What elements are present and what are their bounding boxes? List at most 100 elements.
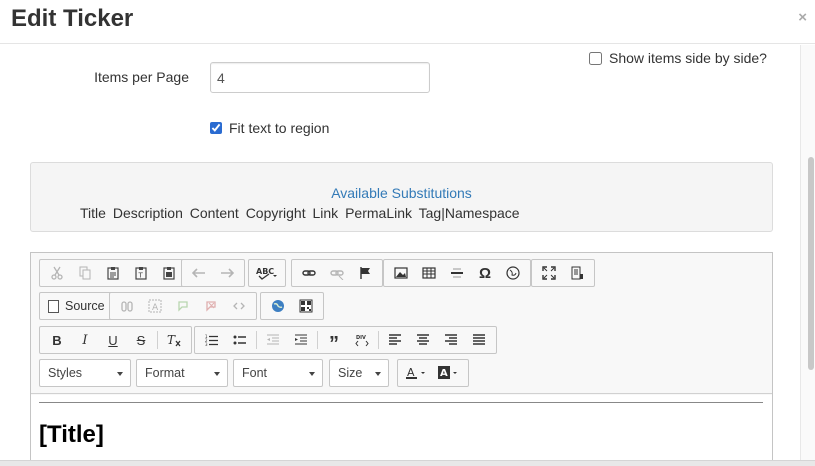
view-group	[531, 259, 595, 287]
close-icon[interactable]: ×	[798, 9, 807, 26]
source-button[interactable]: Source	[43, 294, 110, 318]
substitution-item[interactable]: PermaLink	[345, 205, 412, 221]
toolbar-separator	[256, 331, 257, 349]
horizontal-line-icon[interactable]	[443, 261, 471, 285]
undo-group	[181, 259, 245, 287]
size-dropdown[interactable]: Size	[329, 359, 389, 387]
cut-icon[interactable]	[43, 261, 71, 285]
redo-icon[interactable]	[213, 261, 241, 285]
svg-text:3: 3	[205, 342, 208, 347]
numbered-list-icon[interactable]: 123	[198, 328, 226, 352]
insert-group: Ω	[383, 259, 531, 287]
size-label: Size	[338, 366, 363, 380]
link-icon[interactable]	[295, 261, 323, 285]
document-group: Source	[39, 292, 114, 320]
horizontal-rule	[39, 402, 763, 403]
align-left-icon[interactable]	[381, 328, 409, 352]
background-color-icon[interactable]: A	[433, 361, 465, 385]
source-label: Source	[65, 299, 105, 313]
indent-icon[interactable]	[287, 328, 315, 352]
svg-text:T: T	[167, 333, 176, 347]
dialog-body: Show items side by side? Items per Page …	[0, 45, 815, 466]
chevron-down-icon	[117, 372, 123, 376]
chevron-down-icon	[214, 372, 220, 376]
maximize-icon[interactable]	[535, 261, 563, 285]
bold-icon[interactable]: B	[43, 328, 71, 352]
special-char-omega-icon[interactable]: Ω	[471, 261, 499, 285]
paste-word-icon[interactable]	[155, 261, 183, 285]
items-per-page-label: Items per Page	[94, 69, 189, 85]
bulleted-list-icon[interactable]	[226, 328, 254, 352]
plugins-group	[260, 292, 324, 320]
source-icon	[48, 299, 59, 313]
toolbar-separator	[378, 331, 379, 349]
chevron-down-icon	[309, 372, 315, 376]
svg-text:A: A	[440, 368, 448, 379]
scrollbar-thumb[interactable]	[808, 157, 814, 370]
italic-icon[interactable]: I	[71, 328, 99, 352]
unlink-icon[interactable]	[323, 261, 351, 285]
web-globe-icon[interactable]	[264, 294, 292, 318]
styles-dropdown[interactable]: Styles	[39, 359, 131, 387]
table-icon[interactable]	[415, 261, 443, 285]
format-label: Format	[145, 366, 185, 380]
substitutions-title[interactable]: Available Substitutions	[31, 185, 772, 201]
blockquote-icon[interactable]: ”	[320, 328, 348, 355]
clipboard-group: T	[39, 259, 187, 287]
scrollbar[interactable]	[800, 45, 815, 466]
font-dropdown[interactable]: Font	[233, 359, 323, 387]
align-center-icon[interactable]	[409, 328, 437, 352]
substitution-item[interactable]: Tag|Namespace	[419, 205, 520, 221]
basic-styles-group: B I U S T	[39, 326, 192, 354]
svg-text:ABC: ABC	[256, 267, 274, 276]
horizontal-scrollbar[interactable]	[0, 460, 815, 466]
paste-text-icon[interactable]: T	[127, 261, 155, 285]
show-side-by-side-label: Show items side by side?	[609, 50, 767, 66]
substitution-item[interactable]: Title	[80, 205, 106, 221]
fit-text-label: Fit text to region	[229, 120, 330, 136]
copy-icon[interactable]	[71, 261, 99, 285]
svg-text:A: A	[152, 303, 159, 313]
select-all-icon[interactable]: A	[141, 294, 169, 318]
creatediv-icon[interactable]: DIV	[348, 328, 376, 352]
show-blocks-icon[interactable]	[563, 261, 591, 285]
substitution-item[interactable]: Content	[190, 205, 239, 221]
underline-icon[interactable]: U	[99, 328, 127, 352]
chevron-down-icon	[375, 372, 381, 376]
substitutions-panel: Available Substitutions Title Descriptio…	[30, 162, 773, 232]
comment-remove-icon[interactable]	[197, 294, 225, 318]
editor-content[interactable]: [Title]	[31, 395, 772, 466]
spellcheck-group: ABC	[248, 259, 286, 287]
rich-text-editor: T ABC Ω Source A B I U S T 1 2 3 ” DIV S…	[30, 252, 773, 466]
paragraph-group: 123 ” DIV	[194, 326, 497, 355]
image-icon[interactable]	[387, 261, 415, 285]
iframe-globe-icon[interactable]	[499, 261, 527, 285]
svg-text:T: T	[138, 272, 144, 280]
undo-icon[interactable]	[185, 261, 213, 285]
anchor-flag-icon[interactable]	[351, 261, 379, 285]
substitution-item[interactable]: Description	[113, 205, 183, 221]
spellcheck-icon[interactable]: ABC	[251, 261, 283, 285]
substitution-item[interactable]: Link	[313, 205, 339, 221]
items-per-page-input[interactable]	[210, 62, 430, 93]
remove-format-icon[interactable]: T	[160, 328, 188, 352]
strikethrough-icon[interactable]: S	[127, 328, 155, 352]
svg-text:DIV: DIV	[356, 335, 366, 341]
find-icon[interactable]	[113, 294, 141, 318]
align-right-icon[interactable]	[437, 328, 465, 352]
styles-label: Styles	[48, 366, 83, 380]
text-color-icon[interactable]: A	[401, 361, 433, 385]
justify-icon[interactable]	[465, 328, 493, 352]
format-dropdown[interactable]: Format	[136, 359, 228, 387]
code-snippet-icon[interactable]	[225, 294, 253, 318]
fit-text-option[interactable]: Fit text to region	[210, 120, 329, 136]
fit-text-checkbox[interactable]	[210, 122, 222, 134]
show-side-by-side-checkbox[interactable]	[589, 51, 602, 65]
qr-code-icon[interactable]	[292, 294, 320, 318]
comment-add-icon[interactable]	[169, 294, 197, 318]
editor-toolbar: T ABC Ω Source A B I U S T 1 2 3 ” DIV S…	[31, 253, 772, 394]
show-side-by-side-option[interactable]: Show items side by side?	[589, 50, 767, 66]
outdent-icon[interactable]	[259, 328, 287, 352]
paste-icon[interactable]	[99, 261, 127, 285]
substitution-item[interactable]: Copyright	[246, 205, 306, 221]
